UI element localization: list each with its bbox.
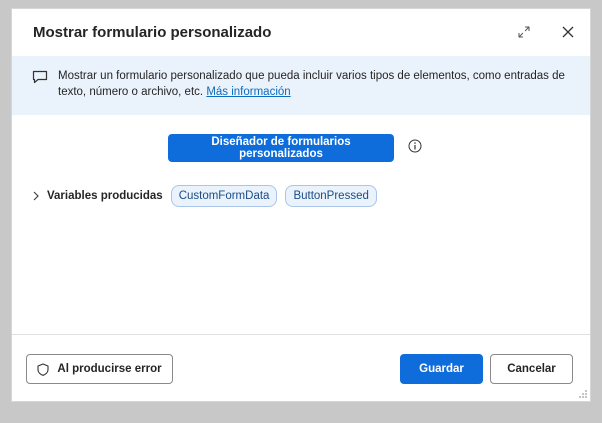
- save-button[interactable]: Guardar: [400, 354, 483, 384]
- more-info-link[interactable]: Más información: [206, 86, 290, 98]
- info-text: Mostrar un formulario personalizado que …: [58, 68, 578, 100]
- close-button[interactable]: [558, 22, 578, 42]
- on-error-label: Al producirse error: [57, 363, 162, 375]
- resize-grip-icon[interactable]: [578, 389, 588, 399]
- dialog-title-bar: Mostrar formulario personalizado: [12, 9, 590, 56]
- variable-pill-buttonpressed[interactable]: ButtonPressed: [285, 185, 377, 207]
- footer-divider: [12, 334, 590, 335]
- info-circle-icon[interactable]: [408, 139, 422, 153]
- produced-variables-row: Variables producidas CustomFormData Butt…: [32, 184, 377, 208]
- cancel-button[interactable]: Cancelar: [490, 354, 573, 384]
- form-designer-button[interactable]: Diseñador de formularios personalizados: [168, 134, 394, 162]
- message-icon: [32, 70, 48, 84]
- info-description: Mostrar un formulario personalizado que …: [58, 70, 565, 98]
- chevron-right-icon[interactable]: [32, 191, 44, 201]
- shield-icon: [37, 362, 49, 376]
- produced-variables-label: Variables producidas: [47, 190, 163, 202]
- info-banner: Mostrar un formulario personalizado que …: [12, 56, 590, 115]
- close-icon: [562, 26, 574, 38]
- variable-pill-customformdata[interactable]: CustomFormData: [170, 185, 278, 207]
- dialog-title: Mostrar formulario personalizado: [33, 24, 272, 41]
- expand-button[interactable]: [514, 22, 534, 42]
- expand-icon: [518, 26, 530, 38]
- on-error-button[interactable]: Al producirse error: [26, 354, 173, 384]
- custom-form-dialog: Mostrar formulario personalizado Mostrar…: [11, 8, 591, 402]
